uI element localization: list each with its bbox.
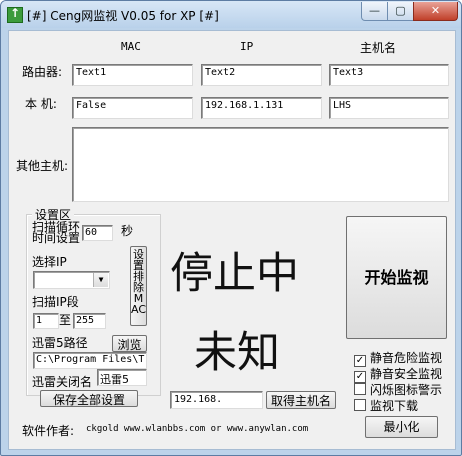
other-hosts-list[interactable] [72,127,449,202]
maximize-window-button[interactable]: ▢ [387,2,414,21]
status-detail-text: 未知 [194,328,280,378]
local-mac-field[interactable]: False [72,97,193,119]
chevron-down-icon[interactable]: ▼ [93,273,108,287]
window-title: [#] Ceng网监视 V0.05 for XP [#] [27,9,219,23]
client-area: MAC IP 主机名 路由器: Text1 Text2 Text3 本 机: F… [8,30,456,450]
scan-interval-field[interactable]: 60 [82,225,113,241]
checkbox-mute-danger-label: 静音危险监视 [370,351,443,365]
minimize-window-button[interactable]: — [361,2,388,21]
checkbox-flash-icon[interactable]: 闪烁图标警示 [354,381,442,398]
author-text: ckgold www.wlanbbs.com or www.anywlan.co… [86,424,309,434]
title-bar[interactable]: [#] Ceng网监视 V0.05 for XP [#] — ▢ ✕ [1,1,461,28]
status-state-text: 停止中 [170,249,299,299]
local-label: 本 机: [25,97,57,111]
seconds-unit-label: 秒 [121,224,134,238]
range-to-label: 至 [59,313,72,327]
column-header-hostname: 主机名 [360,41,397,55]
get-hostname-button[interactable]: 取得主机名 [266,391,336,409]
author-label: 软件作者: [22,424,75,438]
scan-interval-label: 扫描循环 时间设置 [32,220,81,245]
scan-range-label: 扫描IP段 [32,295,79,309]
local-ip-field[interactable]: 192.168.1.131 [201,97,322,119]
checkbox-monitor-download[interactable]: 监视下载 [354,397,418,414]
local-hostname-field[interactable]: LHS [329,97,449,119]
browse-button[interactable]: 浏览 [112,335,147,352]
checkbox-monitor-download-label: 监视下载 [370,399,419,413]
save-all-settings-button[interactable]: 保存全部设置 [40,390,138,407]
router-mac-field[interactable]: Text1 [72,64,193,86]
checkbox-flash-icon-label: 闪烁图标警示 [370,383,443,397]
set-exclude-mac-button[interactable]: 设置排除MAC [130,246,147,326]
other-hosts-label: 其他主机: [16,159,69,173]
select-ip-dropdown[interactable]: ▼ [33,271,110,289]
app-window: [#] Ceng网监视 V0.05 for XP [#] — ▢ ✕ MAC I… [0,0,462,456]
minimize-button[interactable]: 最小化 [365,416,438,438]
router-ip-field[interactable]: Text2 [201,64,322,86]
close-window-button[interactable]: ✕ [413,2,458,21]
thunder-path-field[interactable]: C:\Program Files\T [33,352,147,369]
checkbox-mark [354,383,366,395]
range-to-field[interactable]: 255 [73,313,106,329]
select-ip-label: 选择IP [32,255,67,269]
router-hostname-field[interactable]: Text3 [329,64,449,86]
app-icon [7,6,23,23]
ip-prefix-field[interactable]: 192.168. [170,391,263,409]
checkbox-mark [354,399,366,411]
close-name-field[interactable]: 迅雷5 [97,369,147,386]
checkbox-mute-safe-label: 静音安全监视 [370,367,443,381]
close-name-label: 迅雷关闭名 [32,375,93,389]
start-monitor-button[interactable]: 开始监视 [346,216,447,339]
range-from-field[interactable]: 1 [33,313,59,329]
column-header-ip: IP [240,40,254,53]
router-label: 路由器: [22,65,63,79]
column-header-mac: MAC [121,40,141,53]
thunder-path-label: 迅雷5路径 [32,336,88,350]
